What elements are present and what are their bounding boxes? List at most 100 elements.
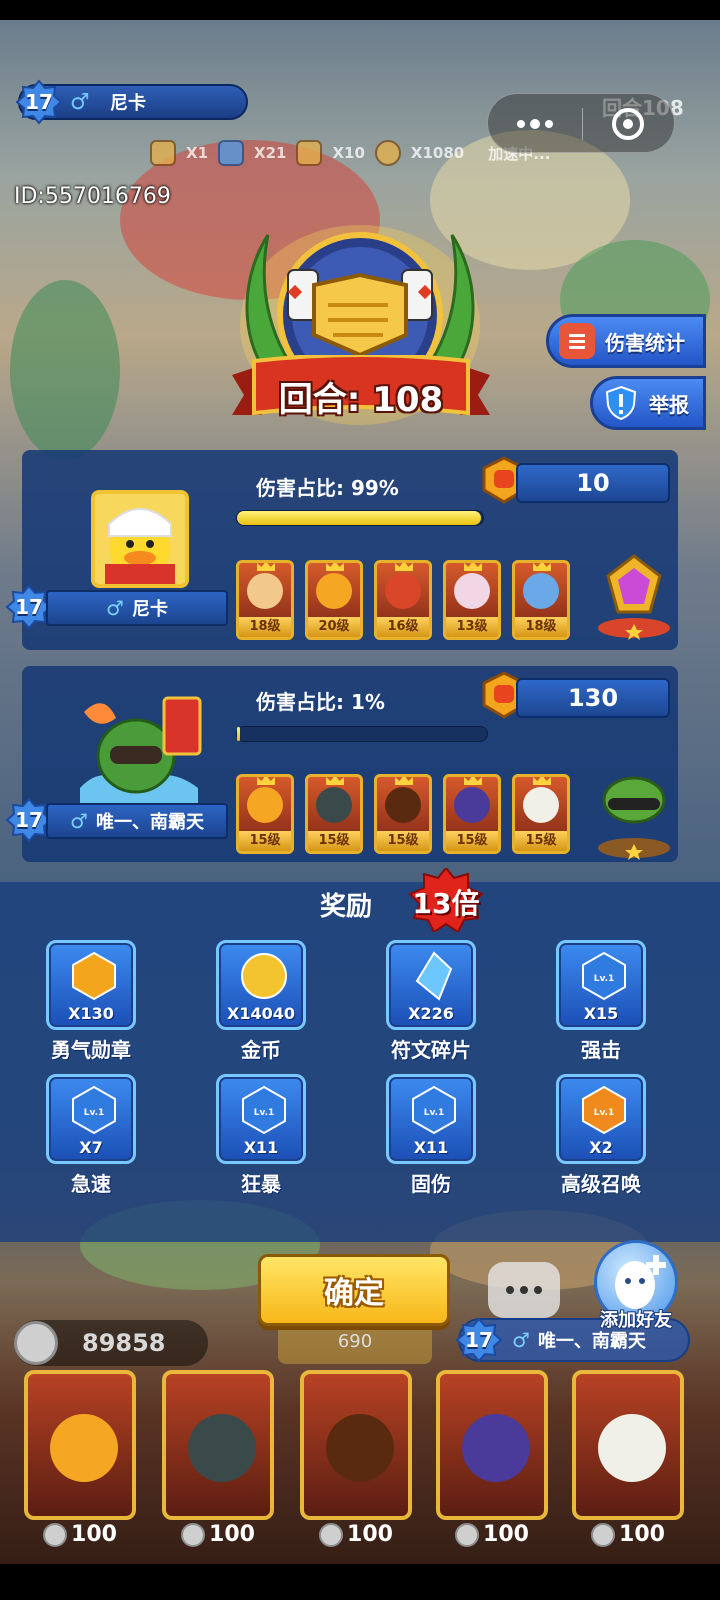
reward-quantity: X2	[589, 1138, 613, 1157]
reward-item[interactable]: X14040 金币	[206, 940, 316, 1063]
add-friend-button[interactable]: 添加好友	[584, 1240, 688, 1340]
list-icon	[559, 323, 595, 359]
deck-card-cost-value: 100	[347, 1522, 393, 1547]
reward-item[interactable]: X226 符文碎片	[376, 940, 486, 1063]
status-bar	[0, 0, 720, 20]
reward-item[interactable]: Lv.1 X2 高级召唤	[546, 1074, 656, 1197]
damage-stats-label: 伤害统计	[605, 330, 685, 355]
berserk-icon: Lv.1	[242, 1085, 286, 1135]
crown-coin-icon	[591, 1522, 616, 1547]
crown-coin-icon	[181, 1522, 206, 1547]
reward-icon-box: Lv.1 X15	[556, 940, 646, 1030]
cactus-avatar-icon	[80, 696, 202, 804]
hero-level: 13级	[446, 617, 498, 637]
navigation-bar	[0, 1564, 720, 1600]
counter-4: X1080	[410, 144, 465, 162]
reward-icon-box: X226	[386, 940, 476, 1030]
skill-level-tag: Lv.1	[594, 974, 615, 984]
male-icon: ♂	[512, 1328, 530, 1352]
reward-quantity: X15	[583, 1004, 619, 1023]
hero-portrait	[316, 787, 352, 823]
hero-card[interactable]: 15级	[374, 774, 432, 854]
confirm-button[interactable]: 确定	[258, 1254, 450, 1326]
crown-icon	[464, 563, 482, 571]
medal-count: 10	[516, 463, 670, 503]
deck-card-cost-value: 100	[483, 1522, 529, 1547]
hero-portrait	[247, 573, 283, 609]
reward-icon-box: X130	[46, 940, 136, 1030]
hero-portrait	[316, 573, 352, 609]
hero-card[interactable]: 13级	[443, 560, 501, 640]
hero-card[interactable]: 15级	[512, 774, 570, 854]
skill-level-tag: Lv.1	[594, 1108, 615, 1118]
counter-1: X1	[186, 144, 209, 162]
deck-hero-card[interactable]	[436, 1370, 548, 1520]
reward-icon-box: Lv.1 X7	[46, 1074, 136, 1164]
player-name: 唯一、南霸天	[95, 812, 204, 833]
hero-portrait	[385, 787, 421, 823]
crown-icon	[395, 777, 413, 785]
crown-icon	[257, 777, 275, 785]
hero-card[interactable]: 15级	[443, 774, 501, 854]
hero-level: 18级	[515, 617, 567, 637]
hero-lineup: 15级 15级 15级 15级 15级	[236, 774, 570, 854]
chat-button[interactable]	[488, 1262, 560, 1318]
reward-item[interactable]: Lv.1 X7 急速	[36, 1074, 146, 1197]
hero-card[interactable]: 15级	[236, 774, 294, 854]
level-badge: 17	[16, 79, 62, 125]
crown-icon	[326, 777, 344, 785]
hero-card[interactable]: 15级	[305, 774, 363, 854]
report-label: 举报	[649, 392, 689, 417]
hero-level: 16级	[377, 617, 429, 637]
crown-coin-icon	[455, 1522, 480, 1547]
deck-card-cost: 100	[24, 1522, 136, 1547]
round-number: 回合: 108	[278, 380, 444, 420]
rune-crystal-icon	[415, 951, 453, 1001]
deck-hero-card[interactable]	[162, 1370, 274, 1520]
haste-icon: Lv.1	[72, 1085, 116, 1135]
deck-card-cost-value: 100	[619, 1522, 665, 1547]
advanced-summon-icon: Lv.1	[582, 1085, 626, 1135]
deck-card-cost-value: 100	[209, 1522, 255, 1547]
reward-icon-box: Lv.1 X2	[556, 1074, 646, 1164]
reward-label: 勇气勋章	[51, 1038, 131, 1062]
hero-portrait	[188, 1414, 256, 1482]
koi-avatar	[74, 692, 204, 804]
hero-level: 15级	[446, 831, 498, 851]
deck-hero-card[interactable]	[300, 1370, 412, 1520]
male-icon: ♂	[70, 809, 88, 833]
deck-hero-card[interactable]	[24, 1370, 136, 1520]
coin-balance-value: 89858	[82, 1329, 166, 1357]
hero-card[interactable]: 18级	[512, 560, 570, 640]
hero-level: 15级	[515, 831, 567, 851]
crown-icon	[257, 563, 275, 571]
damage-stats-button[interactable]: 伤害统计	[546, 314, 706, 368]
crown-icon	[464, 777, 482, 785]
reward-item[interactable]: X130 勇气勋章	[36, 940, 146, 1063]
deck-card-cost: 100	[300, 1522, 412, 1547]
reward-item[interactable]: Lv.1 X11 固伤	[376, 1074, 486, 1197]
hero-card[interactable]: 20级	[305, 560, 363, 640]
shield-alert-icon	[603, 385, 639, 421]
reward-icon-box: Lv.1 X11	[216, 1074, 306, 1164]
close-miniprogram-icon[interactable]	[612, 108, 644, 140]
reward-quantity: X11	[413, 1138, 449, 1157]
hero-card[interactable]: 18级	[236, 560, 294, 640]
reward-quantity: X130	[68, 1004, 114, 1023]
player-name-pill: ♂ 唯一、南霸天	[46, 803, 228, 839]
report-button[interactable]: 举报	[590, 376, 706, 430]
reward-quantity: X7	[79, 1138, 103, 1157]
reward-label: 符文碎片	[391, 1038, 471, 1062]
coin-balance: 89858	[14, 1320, 208, 1366]
deck-hero-card[interactable]	[572, 1370, 684, 1520]
power-strike-icon: Lv.1	[582, 951, 626, 1001]
reward-item[interactable]: Lv.1 X11 狂暴	[206, 1074, 316, 1197]
medal-count: 130	[516, 678, 670, 718]
duck-avatar-icon	[95, 494, 185, 584]
reward-item[interactable]: Lv.1 X15 强击	[546, 940, 656, 1063]
damage-share-label: 伤害占比: 1%	[256, 690, 385, 714]
more-icon[interactable]	[510, 114, 560, 134]
crown-coin-icon	[14, 1321, 58, 1365]
hero-portrait	[598, 1414, 666, 1482]
hero-card[interactable]: 16级	[374, 560, 432, 640]
